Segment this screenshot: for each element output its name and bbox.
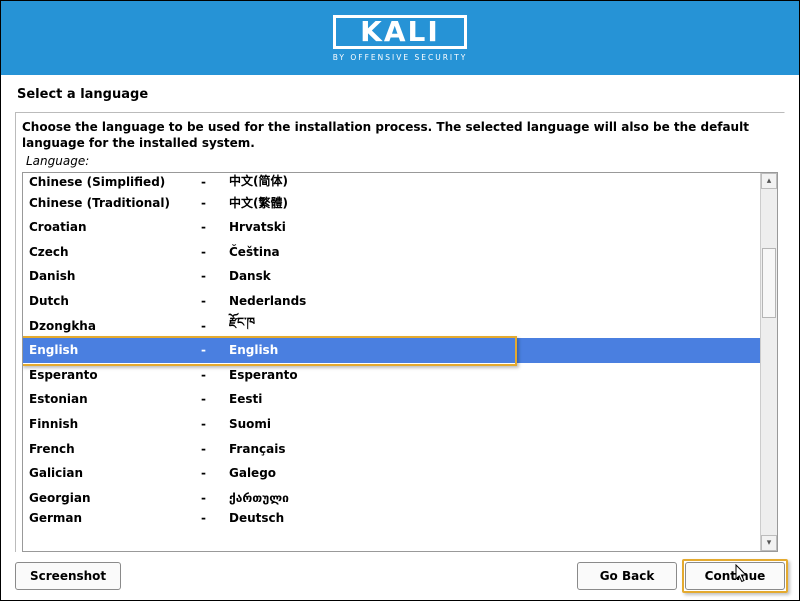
- language-native: ქართული: [229, 491, 754, 505]
- separator: -: [201, 466, 229, 480]
- language-name: Georgian: [29, 491, 201, 505]
- header-banner: KALI BY OFFENSIVE SECURITY: [1, 1, 799, 75]
- language-name: Croatian: [29, 220, 201, 234]
- language-row[interactable]: Galician-Galego: [23, 461, 760, 486]
- scroll-up-button[interactable]: ▴: [761, 173, 777, 189]
- language-name: Czech: [29, 245, 201, 259]
- logo-text: KALI: [360, 15, 440, 48]
- language-native: Hrvatski: [229, 220, 754, 234]
- separator: -: [201, 368, 229, 382]
- separator: -: [201, 343, 229, 357]
- language-row[interactable]: Estonian-Eesti: [23, 387, 760, 412]
- continue-button[interactable]: Continue: [685, 562, 785, 590]
- kali-logo: KALI BY OFFENSIVE SECURITY: [333, 15, 468, 62]
- language-native: Suomi: [229, 417, 754, 431]
- page-title: Select a language: [15, 75, 785, 112]
- language-row[interactable]: Danish-Dansk: [23, 264, 760, 289]
- separator: -: [201, 319, 229, 333]
- language-native: Galego: [229, 466, 754, 480]
- language-native: Français: [229, 442, 754, 456]
- scrollbar[interactable]: ▴ ▾: [760, 173, 777, 551]
- language-native: 中文(简体): [229, 173, 754, 189]
- language-row[interactable]: French-Français: [23, 436, 760, 461]
- separator: -: [201, 417, 229, 431]
- language-row[interactable]: Croatian-Hrvatski: [23, 215, 760, 240]
- scroll-thumb[interactable]: [762, 248, 776, 318]
- language-list-box: Chinese (Simplified)-中文(简体)Chinese (Trad…: [22, 172, 778, 552]
- separator: -: [201, 392, 229, 406]
- language-name: Danish: [29, 269, 201, 283]
- language-row[interactable]: Esperanto-Esperanto: [23, 363, 760, 388]
- language-row[interactable]: Czech-Čeština: [23, 240, 760, 265]
- language-name: Galician: [29, 466, 201, 480]
- language-native: Čeština: [229, 245, 754, 259]
- language-row[interactable]: Finnish-Suomi: [23, 412, 760, 437]
- installer-window: KALI BY OFFENSIVE SECURITY Select a lang…: [0, 0, 800, 601]
- separator: -: [201, 196, 229, 210]
- language-name: Estonian: [29, 392, 201, 406]
- content-area: Select a language Choose the language to…: [1, 75, 799, 600]
- language-list[interactable]: Chinese (Simplified)-中文(简体)Chinese (Trad…: [23, 173, 760, 551]
- screenshot-button[interactable]: Screenshot: [15, 562, 121, 590]
- instruction-text: Choose the language to be used for the i…: [22, 119, 778, 151]
- scroll-down-button[interactable]: ▾: [761, 535, 777, 551]
- language-name: Dzongkha: [29, 319, 201, 333]
- language-name: Finnish: [29, 417, 201, 431]
- language-name: German: [29, 511, 201, 525]
- language-name: French: [29, 442, 201, 456]
- language-native: Eesti: [229, 392, 754, 406]
- instruction-frame: Choose the language to be used for the i…: [15, 112, 785, 552]
- separator: -: [201, 491, 229, 505]
- separator: -: [201, 511, 229, 525]
- logo-subtitle: BY OFFENSIVE SECURITY: [333, 53, 468, 62]
- go-back-button[interactable]: Go Back: [577, 562, 677, 590]
- separator: -: [201, 175, 229, 189]
- language-row[interactable]: Chinese (Traditional)-中文(繁體): [23, 190, 760, 215]
- language-name: Esperanto: [29, 368, 201, 382]
- field-label-language: Language:: [22, 151, 778, 172]
- language-native: Deutsch: [229, 511, 754, 525]
- language-row[interactable]: Dzongkha-རྫོང་ཁ: [23, 313, 760, 338]
- separator: -: [201, 294, 229, 308]
- language-native: Esperanto: [229, 368, 754, 382]
- language-name: Chinese (Traditional): [29, 196, 201, 210]
- language-name: English: [29, 343, 201, 357]
- language-name: Dutch: [29, 294, 201, 308]
- language-native: 中文(繁體): [229, 194, 754, 211]
- language-row[interactable]: Chinese (Simplified)-中文(简体): [23, 173, 760, 190]
- separator: -: [201, 442, 229, 456]
- language-native: English: [229, 343, 754, 357]
- separator: -: [201, 269, 229, 283]
- footer-bar: Screenshot Go Back Continue: [15, 552, 785, 592]
- language-row[interactable]: Georgian-ქართული: [23, 486, 760, 511]
- language-native: Dansk: [229, 269, 754, 283]
- separator: -: [201, 245, 229, 259]
- language-row[interactable]: English-English: [23, 338, 760, 363]
- separator: -: [201, 220, 229, 234]
- language-name: Chinese (Simplified): [29, 175, 201, 189]
- language-native: Nederlands: [229, 294, 754, 308]
- language-row[interactable]: German-Deutsch: [23, 510, 760, 529]
